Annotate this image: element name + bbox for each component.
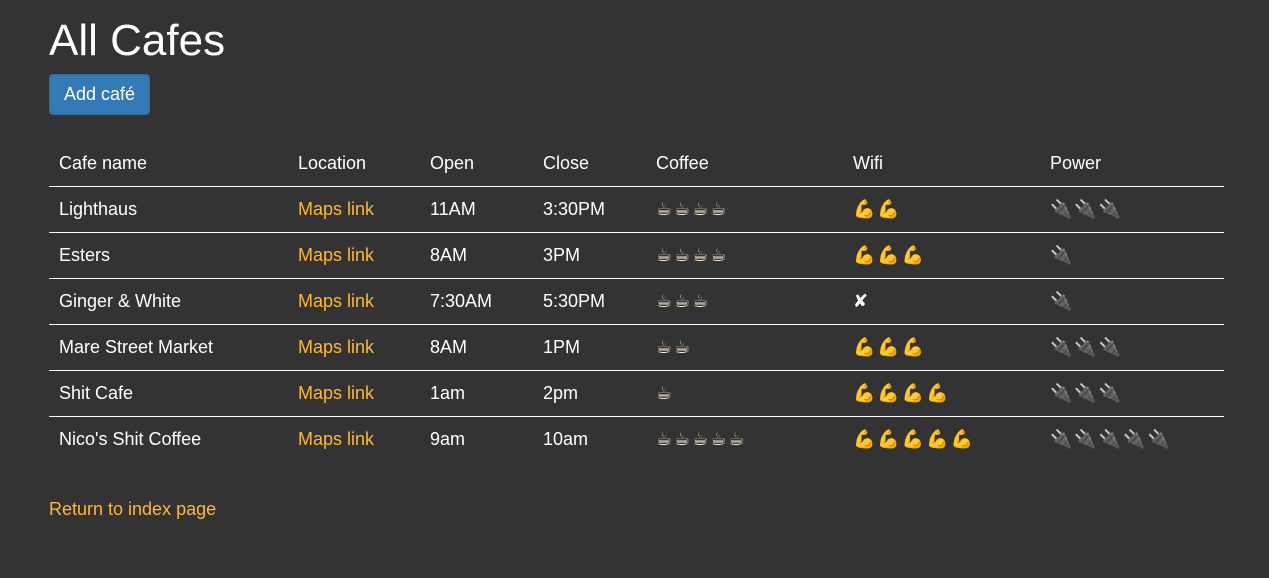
close-time: 3PM [533,232,646,279]
power-rating-icon: 🔌🔌🔌 [1040,324,1224,371]
maps-link[interactable]: Maps link [298,429,374,449]
add-cafe-button[interactable]: Add café [49,74,150,115]
cafe-name: Ginger & White [49,278,288,325]
location-cell: Maps link [288,186,420,233]
cafe-name: Nico's Shit Coffee [59,429,202,449]
table-row: Nico's Shit Coffee Maps link 9am 10am ☕☕… [49,417,1224,463]
location-cell: Maps link [288,370,420,417]
close-time: 3:30PM [533,186,646,233]
open-time: 11AM [420,186,533,233]
power-rating-icon: 🔌🔌🔌 [1040,370,1224,417]
cafe-name: Lighthaus [49,186,288,233]
coffee-rating-icon: ☕☕☕☕☕ [656,429,747,450]
coffee-rating-icon: ☕☕☕☕ [646,232,843,279]
cafe-name: Esters [49,232,288,279]
return-to-index-link[interactable]: Return to index page [49,499,216,520]
maps-link[interactable]: Maps link [298,291,374,311]
location-cell: Maps link [288,232,420,279]
wifi-rating-icon: 💪💪💪 [843,324,1040,371]
close-time: 2pm [533,370,646,417]
power-rating-icon: 🔌🔌🔌 [1040,186,1224,233]
header-close: Close [533,140,646,187]
header-open: Open [420,140,533,187]
wifi-rating-icon: 💪💪💪💪💪 [853,429,976,450]
table-row: Lighthaus Maps link 11AM 3:30PM ☕☕☕☕ 💪💪 … [49,186,1224,233]
cafes-table: Cafe name Location Open Close Coffee Wif… [49,140,1224,462]
open-time: 7:30AM [420,278,533,325]
location-cell: Maps link [288,278,420,325]
table-header-row: Cafe name Location Open Close Coffee Wif… [49,140,1224,187]
coffee-rating-icon: ☕ [646,370,843,417]
location-cell: Maps link [288,417,420,463]
cafe-name: Mare Street Market [49,324,288,371]
table-row: Esters Maps link 8AM 3PM ☕☕☕☕ 💪💪💪 🔌 [49,232,1224,279]
page-container: All Cafes Add café Cafe name Location Op… [49,0,1224,520]
page-title: All Cafes [49,16,226,65]
wifi-rating-icon: 💪💪💪 [843,232,1040,279]
maps-link[interactable]: Maps link [298,383,374,403]
power-rating-icon: 🔌 [1040,232,1224,279]
wifi-rating-icon: 💪💪💪💪 [843,370,1040,417]
header-power: Power [1040,140,1224,187]
wifi-rating-icon: 💪💪 [843,186,1040,233]
open-time: 1am [420,370,533,417]
close-time: 10am [543,429,589,449]
power-rating-icon: 🔌 [1040,278,1224,325]
open-time: 8AM [420,324,533,371]
close-time: 1PM [533,324,646,371]
header-location: Location [288,140,420,187]
table-row: Mare Street Market Maps link 8AM 1PM ☕☕ … [49,324,1224,371]
coffee-rating-icon: ☕☕ [646,324,843,371]
header-coffee: Coffee [646,140,843,187]
coffee-rating-icon: ☕☕☕ [646,278,843,325]
cross-mark-icon: ✘ [843,278,1040,325]
close-time: 5:30PM [533,278,646,325]
open-time: 8AM [420,232,533,279]
coffee-rating-icon: ☕☕☕☕ [646,186,843,233]
maps-link[interactable]: Maps link [298,245,374,265]
table-row: Shit Cafe Maps link 1am 2pm ☕ 💪💪💪💪 🔌🔌🔌 [49,370,1224,417]
maps-link[interactable]: Maps link [298,337,374,357]
cafe-name: Shit Cafe [49,370,288,417]
table-row: Ginger & White Maps link 7:30AM 5:30PM ☕… [49,278,1224,325]
open-time: 9am [430,429,466,449]
location-cell: Maps link [288,324,420,371]
power-rating-icon: 🔌🔌🔌🔌🔌 [1050,429,1173,450]
header-cafe-name: Cafe name [49,140,288,187]
maps-link[interactable]: Maps link [298,199,374,219]
header-wifi: Wifi [843,140,1040,187]
